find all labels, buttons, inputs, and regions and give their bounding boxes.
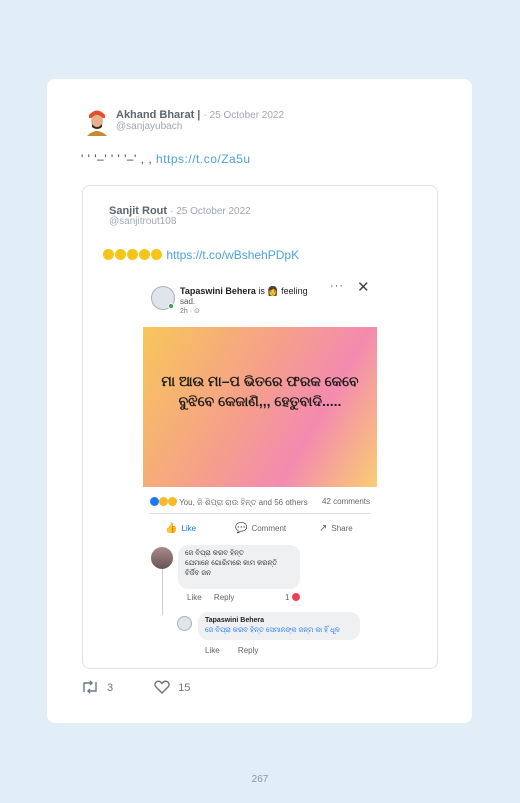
reply-actions: Like Reply [205, 646, 274, 655]
author-handle[interactable]: @sanjayubach [116, 121, 182, 132]
commenter-avatar [151, 547, 173, 569]
like-count: 15 [178, 682, 191, 694]
comment-icon: 💬 [235, 523, 248, 534]
author-avatar[interactable] [83, 106, 111, 136]
tears-of-joy-emoji-icon [151, 249, 162, 260]
tweet-stats: 3 15 [81, 680, 228, 694]
comment-action-label: Comment [251, 524, 287, 533]
tweet-text: ' ' '–' ' ' '–' , , https://t.co/Za5u [81, 152, 251, 166]
poster-line: Tapaswini Behera is 👩 feeling [180, 286, 308, 297]
comment-action: 💬 Comment [235, 523, 286, 534]
reply-bubble: Tapaswini Behera ଜେ ବିପ୍ରା କରବ ହିନ୍ତ ସେମ… [198, 612, 360, 640]
sad-reaction-icon [168, 497, 177, 506]
quoted-tweet[interactable]: Sanjit Rout · 25 October 2022 @sanjitrou… [82, 185, 438, 669]
author-name[interactable]: Akhand Bharat | [116, 109, 200, 121]
like-stat[interactable]: 15 [154, 680, 190, 694]
comment-reaction-count: 1 [285, 593, 290, 602]
reply-author: Tapaswini Behera [205, 617, 265, 624]
tweet-card: Akhand Bharat | · 25 October 2022 @sanja… [47, 79, 472, 723]
reply-reply-label: Reply [237, 646, 259, 655]
heart-reaction-icon [291, 593, 300, 601]
online-status-icon [168, 303, 174, 309]
like-action: 👍 Like [165, 523, 196, 534]
poster-activity: is 👩 feeling [258, 286, 308, 296]
quoted-text: https://t.co/wBshehPDpK [103, 248, 299, 262]
comment-actions: Like Reply [187, 593, 244, 602]
poster-feeling: sad. [180, 297, 196, 306]
thumbs-up-icon: 👍 [165, 523, 178, 534]
post-time: 2h · ⊙ [180, 308, 200, 315]
retweet-count: 3 [107, 682, 114, 694]
quoted-date: · 25 October 2022 [170, 206, 251, 217]
reply-avatar [177, 616, 192, 631]
comment-line-3: ବିର୍ଜିବ ଜନ [185, 570, 211, 577]
thread-line [162, 569, 163, 615]
quoted-link[interactable]: https://t.co/wBshehPDpK [166, 248, 299, 262]
page-number: 267 [251, 774, 269, 785]
like-action-label: Like [181, 524, 197, 533]
comment-reactions: 1 [285, 593, 300, 602]
reply-like-label: Like [205, 646, 220, 655]
heart-icon [154, 680, 170, 694]
retweet-stat[interactable]: 3 [81, 680, 113, 694]
share-action: ↗ Share [319, 523, 353, 534]
comment-line-2: ଯେମାନେ ଗୋରିମରେ କାମ କରନ୍ତି [185, 560, 278, 567]
quoted-handle: @sanjitrout108 [109, 216, 177, 227]
comment-line-1: ଜେ ବିପ୍ରା କରବ ହିନ୍ତ [185, 550, 244, 557]
retweet-icon [83, 680, 97, 694]
tweet-link[interactable]: https://t.co/Za5u [156, 152, 251, 166]
poster-name: Tapaswini Behera [180, 286, 256, 296]
more-options-icon: ··· [330, 280, 344, 292]
share-action-label: Share [331, 524, 353, 533]
laughing-emoji-icon [103, 249, 114, 260]
reactions-text: You, ଜି ଶିପ୍ରା ରାଉ ହିନ୍ତ and 56 others [179, 498, 308, 507]
laughing-emoji-icon [139, 249, 150, 260]
like-reaction-icon [150, 497, 159, 506]
comment-bubble: ଜେ ବିପ୍ରା କରବ ହିନ୍ତ ଯେମାନେ ଗୋରିମରେ କାମ କ… [178, 545, 300, 589]
comment-reply-label: Reply [213, 593, 235, 602]
tweet-date[interactable]: · 25 October 2022 [203, 110, 284, 121]
close-icon: ✕ [357, 279, 370, 296]
reply-text: ଜେ ବିପ୍ରା କରବ ହିନ୍ତ ସେମାନଙ୍କ ଜନ୍ମ କା ହିଁ… [205, 627, 340, 634]
banner-text: ମା ଆଉ ମା–ପ ଭିତରେ ଫରକ କେବେ ବୁଝିବେ କେଜାଣି,… [161, 373, 359, 409]
facebook-post-screenshot: Tapaswini Behera is 👩 feeling sad. 2h · … [143, 279, 379, 661]
laughing-emoji-icon [115, 249, 126, 260]
comments-count: 42 comments [322, 497, 371, 506]
haha-reaction-icon [159, 497, 168, 506]
laughing-emoji-icon [127, 249, 138, 260]
divider [150, 513, 370, 514]
comment-like-label: Like [187, 593, 202, 602]
reactions-summary: You, ଜି ଶିପ୍ରା ରାଉ ହିନ୍ତ and 56 others [150, 497, 308, 508]
share-icon: ↗ [319, 523, 328, 534]
tweet-body: ' ' '–' ' ' '–' , , [81, 152, 153, 166]
